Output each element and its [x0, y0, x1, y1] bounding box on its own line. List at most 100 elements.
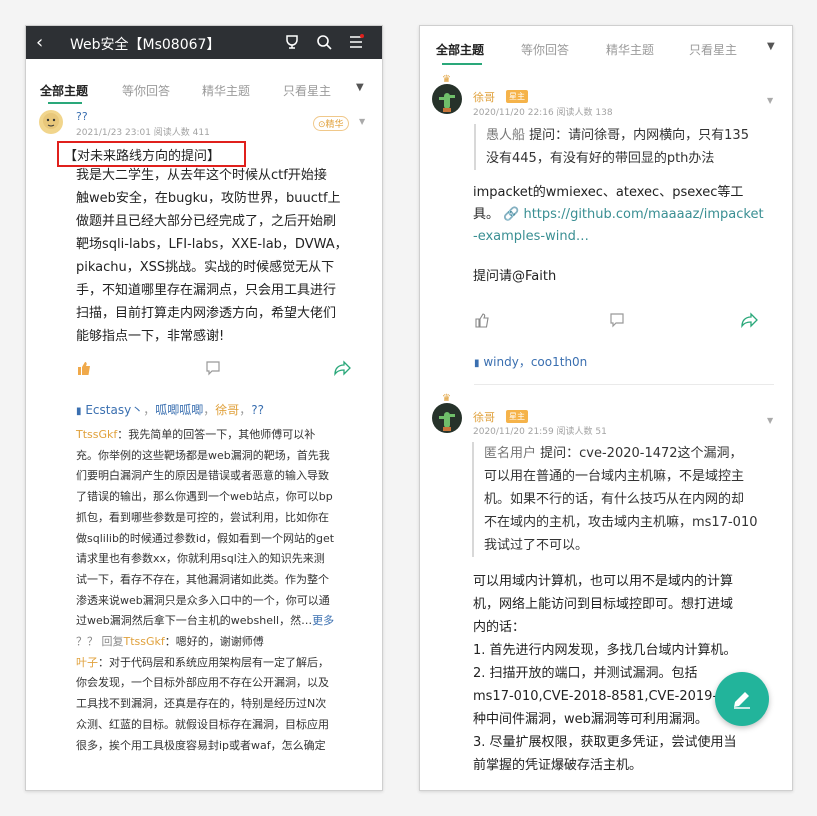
quote-line: 没有445，有没有好的带回显的pth办法	[486, 151, 715, 166]
back-icon[interactable]: ‹	[36, 32, 43, 53]
quote-line: 提问：请问徐哥，内网横向，只有135	[529, 128, 749, 143]
trophy-icon[interactable]	[283, 33, 301, 55]
post-body-line: 能够指点一下，非常感谢!	[76, 329, 225, 344]
github-link[interactable]: https://github.com/maaaaz/impacket	[523, 207, 763, 222]
post-body-line: 我是大二学生，从去年这个时候从ctf开始接	[76, 168, 327, 183]
comment-line: 了错误的输出，那么你遇到一个web站点，你可以bp	[76, 490, 333, 504]
post-author[interactable]: ??	[76, 110, 88, 123]
group-title: Web安全【Ms08067】	[70, 37, 221, 53]
featured-icon: ⊙	[318, 120, 326, 130]
like-small-icon: ▮	[474, 358, 480, 369]
share-icon[interactable]	[741, 312, 759, 332]
pencil-icon	[730, 687, 754, 715]
liker-name[interactable]: Ecstasy丶	[85, 403, 143, 417]
comment-line: 渗透来说web漏洞只是众多入口中的一个，你可以通	[76, 593, 330, 607]
post-body: 我是大二学生，从去年这个时候从ctf开始接 触web安全，在bugku，攻防世界…	[76, 164, 348, 348]
avatar	[432, 403, 462, 433]
answer-line: 2. 扫描开放的端口，并测试漏洞。包括	[473, 666, 698, 681]
comment-line: 请求里也有参数xx，你就利用sql注入的知识先来测	[76, 552, 325, 566]
tab-all[interactable]: 全部主题	[436, 41, 484, 58]
post-divider	[474, 384, 774, 385]
answer-line: 具。	[473, 207, 500, 222]
mention-line: 提问请@Faith	[473, 269, 557, 284]
reply-from[interactable]: ？？	[76, 635, 98, 648]
quote-author[interactable]: 匿名用户	[484, 446, 536, 461]
post-body-line: 手，不知道哪里存在漏洞点，只会用工具进行	[76, 283, 337, 298]
tab-awaiting[interactable]: 等你回答	[521, 41, 569, 58]
comment-block: TtssGkf：我先简单的回答一下，其他师傅可以补 充。你举例的这些靶场都是we…	[76, 425, 334, 756]
avatar	[39, 110, 63, 134]
comment-line: 试一下，看存不存在，其他漏洞诸如此类。作为整个	[76, 572, 329, 586]
post-author[interactable]: 徐哥	[473, 89, 495, 105]
search-icon[interactable]	[315, 33, 333, 55]
more-link[interactable]: 更多	[312, 614, 334, 627]
post-author[interactable]: 徐哥	[473, 409, 495, 425]
liker-name[interactable]: 徐哥	[215, 403, 239, 417]
tab-awaiting[interactable]: 等你回答	[122, 82, 170, 99]
answer-line: 1. 首先进行内网发现，多找几台域内计算机。	[473, 643, 737, 658]
reply-to[interactable]: TtssGkf	[124, 635, 165, 648]
post-options-icon[interactable]: ▼	[767, 96, 773, 105]
comment-line: 很多，挨个用工具极度容易封ip或者waf，怎么确定	[76, 738, 326, 752]
quote-line: 机。如果不行的话，有什么技巧从在内网的却	[484, 492, 745, 507]
question-quote: 匿名用户 提问：cve-2020-1472这个漏洞， 可以用在普通的一台域内主机…	[472, 442, 757, 557]
owner-badge: 星主	[506, 90, 528, 103]
answer-body: 可以用域内计算机，也可以用不是域内的计算 机，网络上能访问到目标域控即可。想打进…	[473, 570, 737, 777]
quote-line: 可以用在普通的一台域内主机嘛，不是域控主	[484, 469, 745, 484]
tab-all[interactable]: 全部主题	[40, 82, 88, 99]
post-body-line: 靶场sqli-labs，LFI-labs，XXE-lab，DVWA，	[76, 237, 348, 252]
like-separator: ，	[239, 403, 252, 417]
topic-tabs: 全部主题 等你回答 精华主题 只看星主 ▼	[26, 70, 382, 110]
answer-body: impacket的wmiexec、atexec、psexec等工 具。 🔗 ht…	[473, 182, 764, 288]
tab-featured[interactable]: 精华主题	[202, 82, 250, 99]
comment-icon[interactable]	[609, 312, 625, 332]
comment-line: 你会发现，一个目标外部应用不存在公开漏洞，以及	[76, 676, 329, 690]
answer-line: impacket的wmiexec、atexec、psexec等工	[473, 185, 744, 200]
right-phone-screenshot: 全部主题 等你回答 精华主题 只看星主 ▼ ♛ 徐哥 星主 2020/11/20…	[419, 25, 793, 791]
post-highlight-title: 【对未来路线方向的提问】	[64, 149, 221, 164]
answer-line: 内的话：	[473, 620, 526, 635]
tab-featured[interactable]: 精华主题	[606, 41, 654, 58]
left-phone-screenshot: ‹ Web安全【Ms08067】 全部主题 等你回答 精华主题 只看星主 ▼ ?…	[25, 25, 383, 791]
comment-line: 工具找不到漏洞，还真是存在的，特别是经历过N次	[76, 697, 327, 711]
question-quote: 愚人船 提问：请问徐哥，内网横向，只有135 没有445，有没有好的带回显的pt…	[474, 124, 749, 170]
like-icon[interactable]	[76, 360, 92, 380]
comment-line: 过web漏洞然后拿下一台主机的webshell，然…	[76, 614, 313, 628]
liker-name[interactable]: 呱唧呱唧	[155, 403, 203, 417]
like-icon[interactable]	[474, 312, 490, 332]
post-options-icon[interactable]: ▼	[767, 416, 773, 425]
comment-line: ：对于代码层和系统应用架构层有一定了解后，	[98, 655, 329, 669]
comment-author[interactable]: 叶子	[76, 656, 98, 669]
comment-line: 充。你举例的这些靶场都是web漏洞的靶场，首先我	[76, 448, 330, 462]
comment-line: 们要明白漏洞产生的原因是错误或者恶意的输入导致	[76, 469, 329, 483]
tab-owner-only[interactable]: 只看星主	[283, 82, 331, 99]
link-icon: 🔗	[499, 207, 524, 222]
menu-icon[interactable]	[347, 33, 365, 55]
post-meta: 2020/11/20 21:59 阅读人数 51	[473, 427, 607, 437]
crown-icon: ♛	[442, 74, 451, 85]
liker-names[interactable]: windy，coo1th0n	[483, 355, 587, 369]
active-tab-indicator	[48, 102, 82, 104]
comment-line: 做sqlilib的时候通过参数id，假如看到一个网站的get	[76, 531, 335, 545]
post-meta: 2020/11/20 22:16 阅读人数 138	[473, 108, 613, 118]
post-options-icon[interactable]: ▼	[359, 117, 365, 126]
quote-author[interactable]: 愚人船	[486, 128, 525, 143]
compose-button[interactable]	[715, 672, 769, 726]
answer-line: 机，网络上能访问到目标域控即可。想打进域	[473, 597, 734, 612]
owner-badge: 星主	[506, 410, 528, 423]
liker-name[interactable]: ??	[251, 403, 264, 417]
chevron-down-icon[interactable]: ▼	[767, 41, 775, 52]
share-icon[interactable]	[334, 360, 352, 380]
github-link-cont[interactable]: -examples-wind…	[473, 226, 764, 248]
comment-icon[interactable]	[205, 360, 221, 380]
answer-line: 3. 尽量扩展权限，获取更多凭证，尝试使用当	[473, 735, 737, 750]
comment-line: ：我先简单的回答一下，其他师傅可以补	[117, 428, 316, 441]
like-separator: ，	[143, 403, 156, 417]
quote-line: 我试过了不可以。	[484, 538, 589, 553]
quote-line: 提问：cve-2020-1472这个漏洞，	[540, 446, 743, 461]
like-small-icon: ▮	[76, 406, 82, 417]
crown-icon: ♛	[442, 393, 451, 404]
comment-author[interactable]: TtssGkf	[76, 428, 117, 441]
chevron-down-icon[interactable]: ▼	[356, 82, 364, 93]
tab-owner-only[interactable]: 只看星主	[689, 41, 737, 58]
